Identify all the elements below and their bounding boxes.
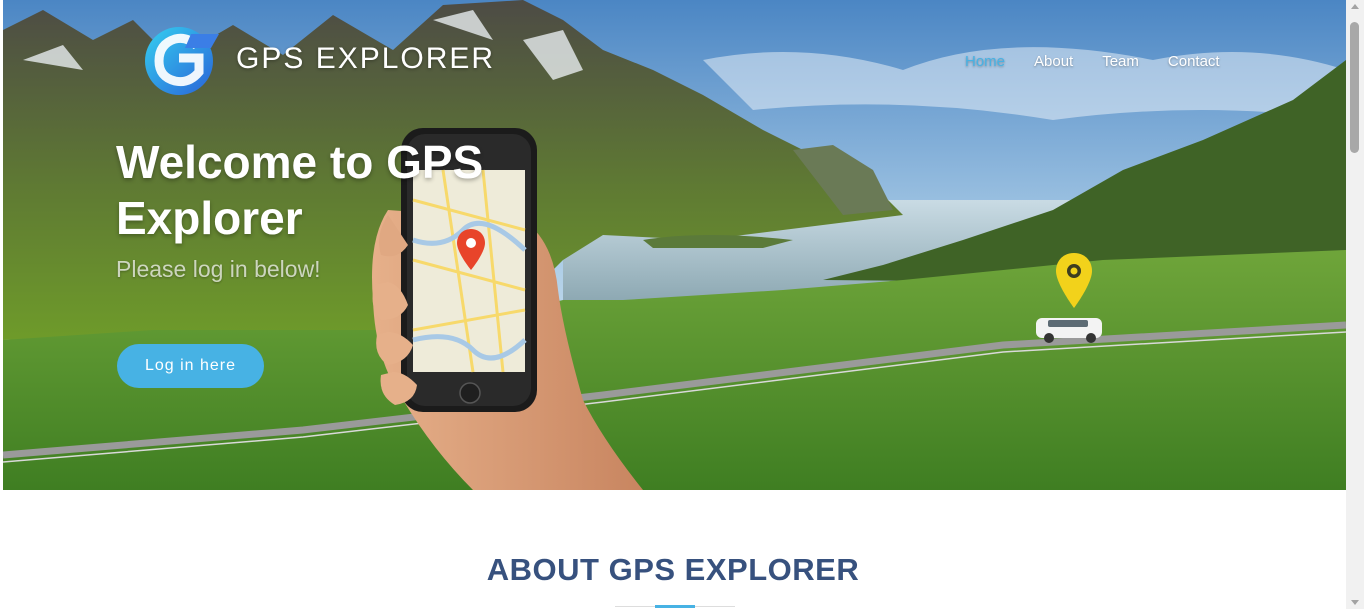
login-button[interactable]: Log in here <box>117 344 264 388</box>
vertical-scrollbar[interactable] <box>1346 0 1364 609</box>
scroll-thumb[interactable] <box>1350 22 1359 153</box>
nav-item-home[interactable]: Home <box>965 53 1005 70</box>
gps-explorer-logo-icon <box>145 27 219 95</box>
hero-subtitle: Please log in below! <box>116 256 321 282</box>
page: GPS EXPLORER Home About Team Contact Wel… <box>0 0 1364 609</box>
about-section-title: ABOUT GPS EXPLORER <box>486 552 860 587</box>
nav-item-contact[interactable]: Contact <box>1168 53 1220 70</box>
scroll-down-arrow-icon[interactable] <box>1351 600 1359 605</box>
title-underline-accent <box>655 605 695 608</box>
nav-item-about[interactable]: About <box>1034 53 1073 70</box>
scroll-up-arrow-icon[interactable] <box>1351 4 1359 9</box>
main-nav: Home About Team Contact <box>965 53 1249 70</box>
brand-name[interactable]: GPS EXPLORER <box>236 42 495 76</box>
hero-headline: Welcome to GPS Explorer <box>116 136 484 244</box>
nav-item-team[interactable]: Team <box>1102 53 1139 70</box>
